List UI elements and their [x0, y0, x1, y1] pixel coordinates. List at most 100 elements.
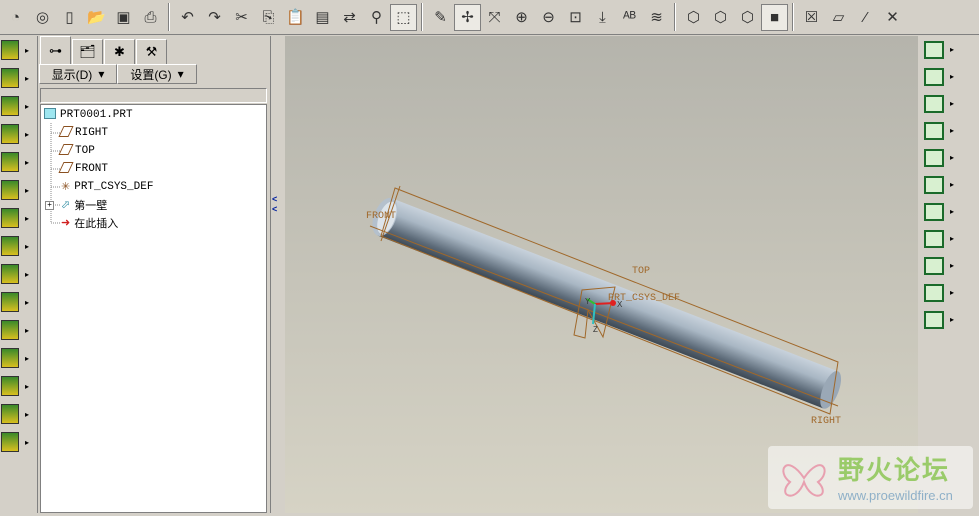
cut-icon[interactable]: ✂	[228, 4, 255, 31]
watermark: 野火论坛 www.proewildfire.cn	[768, 446, 973, 509]
panel-splitter[interactable]: < <	[270, 36, 285, 513]
right-plane-label: RIGHT	[811, 416, 841, 427]
pencil-icon[interactable]: ▸	[0, 176, 37, 204]
toolbar-separator	[792, 3, 794, 31]
refit-icon[interactable]: ⊡	[562, 4, 589, 31]
spin-center-icon[interactable]: ✢	[454, 3, 481, 31]
tree-item[interactable]: PRT0001.PRT	[44, 106, 133, 124]
toolbar-separator	[421, 3, 423, 31]
paste-special-icon[interactable]: ▤	[309, 4, 336, 31]
layers-icon[interactable]: ≋	[643, 4, 670, 31]
select-box-icon[interactable]: ⬚	[390, 3, 417, 31]
cast-icon[interactable]: ◎	[29, 4, 56, 31]
undo-icon[interactable]: ↶	[174, 4, 201, 31]
tree-item[interactable]: + ⬀ 第一壁	[45, 196, 107, 214]
bend-back-icon[interactable]: ▸	[918, 63, 979, 90]
print-icon[interactable]: ⎙	[137, 4, 164, 31]
tree-item-label: RIGHT	[75, 127, 109, 139]
zoom-out-icon[interactable]: ⊖	[535, 4, 562, 31]
tree-item-label: FRONT	[75, 163, 109, 175]
frame-icon[interactable]: ▸	[0, 232, 37, 260]
rip-icon[interactable]: ▸	[918, 198, 979, 225]
db-icon[interactable]: ▸	[0, 288, 37, 316]
copy-icon[interactable]: ⎘	[255, 4, 282, 31]
regenerate-icon[interactable]: ⇄	[336, 4, 363, 31]
model-tree[interactable]: PRT0001.PRT RIGHT TOP FRONT ✳ PRT_CSYS_DEF + ⬀ 第…	[40, 104, 267, 513]
new-icon[interactable]: ▯	[56, 4, 83, 31]
corner-relief-icon[interactable]: ▸	[918, 225, 979, 252]
z-axis-label: Z	[593, 325, 598, 334]
chevron-down-icon: ▾	[98, 67, 105, 81]
form-icon[interactable]: ▸	[0, 428, 37, 456]
reorient-icon[interactable]: ⤓	[589, 4, 616, 31]
tree-item[interactable]: ➜ 在此插入	[61, 214, 118, 232]
csys-display-icon[interactable]: ✕	[879, 4, 906, 31]
navigator-tabs: ⊶ 🗂 ✱ ⚒	[38, 36, 270, 64]
new-feature-icon[interactable]: ▸	[0, 36, 37, 64]
show-button[interactable]: 显示(D) ▾	[39, 64, 117, 84]
wireframe-icon[interactable]: ⬡	[680, 4, 707, 31]
show-label: 显示(D)	[51, 67, 93, 82]
main-toolbar: ◔ ◎ ▯ 📂 ▣ ⎙ ↶ ↷ ✂ ⎘ 📋 ▤ ⇄ ⚲ ⬚ ✎ ✢ ⤧ ⊕ ⊖ ⊡ ⤓ ᴬᴮ ≋ ⬡ ⬡ ⬡ ■ ☒ ▱ ⁄ ✕	[0, 0, 979, 35]
top-plane-label: TOP	[632, 266, 650, 277]
tree-item-label: 在此插入	[74, 219, 119, 231]
green-feature2-icon[interactable]: ▸	[0, 316, 37, 344]
sheetmetal-wall-icon: ⬀	[61, 200, 71, 212]
unbend-icon[interactable]: ▸	[918, 36, 979, 63]
chevron-down-icon: ▾	[177, 67, 184, 81]
tool-icon[interactable]: ▸	[0, 120, 37, 148]
settings-label: 设置(G)	[130, 67, 172, 82]
tree-item-label: PRT0001.PRT	[60, 109, 133, 121]
paste-icon[interactable]: 📋	[282, 4, 309, 31]
form-icon2[interactable]: ▸	[918, 279, 979, 306]
close-window-icon[interactable]: ☒	[798, 4, 825, 31]
drill-icon[interactable]: ▸	[0, 148, 37, 176]
datum-plane-icon	[58, 125, 74, 141]
orient-icon[interactable]: ⤧	[481, 4, 508, 31]
datum-plane-icon	[58, 143, 74, 159]
model-tree-tab[interactable]: ⊶	[40, 36, 71, 64]
flange-wall-icon[interactable]: ▸	[918, 90, 979, 117]
graphics-viewport[interactable]: FRONT TOP RIGHT PRT_CSYS_DEF Y X Z	[285, 36, 918, 513]
tree-item[interactable]: ✳ PRT_CSYS_DEF	[61, 178, 153, 196]
tree-item[interactable]: TOP	[58, 142, 95, 160]
no-hidden-icon[interactable]: ⬡	[734, 4, 761, 31]
repaint-icon[interactable]: ✎	[427, 4, 454, 31]
find-icon[interactable]: ⚲	[363, 4, 390, 31]
sheetmetal-feature-toolbar: ▸ ▸ ▸ ▸ ▸ ▸ ▸ ▸ ▸ ▸ ▸ ▸ ▸ ▸ ▸	[0, 36, 38, 513]
favorites-tab[interactable]: ✱	[104, 39, 135, 64]
extend-icon[interactable]: ▸	[918, 171, 979, 198]
expand-icon[interactable]: +	[45, 200, 54, 210]
yellow-pencil-icon[interactable]: ▸	[0, 204, 37, 232]
punch-icon[interactable]: ▸	[918, 252, 979, 279]
grid-icon[interactable]: ▸	[0, 260, 37, 288]
insert-here-arrow-icon: ➜	[61, 218, 71, 230]
tree-column-header	[40, 88, 267, 103]
settings-button[interactable]: 设置(G) ▾	[117, 64, 197, 84]
bolt-icon[interactable]: ▸	[0, 92, 37, 120]
green-feature-icon[interactable]: ▸	[0, 64, 37, 92]
view-manager-icon[interactable]: ᴬᴮ	[616, 4, 643, 31]
toolbar-separator	[674, 3, 676, 31]
tree-item[interactable]: RIGHT	[58, 124, 109, 142]
flat-wall-icon[interactable]: ▸	[918, 117, 979, 144]
hidden-line-icon[interactable]: ⬡	[707, 4, 734, 31]
tools-tab[interactable]: ⚒	[136, 39, 167, 64]
layers-tab[interactable]: 🗂	[72, 39, 103, 64]
shaded-icon[interactable]: ■	[761, 3, 788, 31]
tree-item[interactable]: FRONT	[58, 160, 109, 178]
tree-item-label: TOP	[75, 145, 95, 157]
bend-icon[interactable]: ▸	[0, 372, 37, 400]
twist-icon[interactable]: ▸	[918, 144, 979, 171]
flat-pattern-icon[interactable]: ▸	[918, 306, 979, 333]
session-icon[interactable]: ◔	[2, 4, 29, 31]
save-icon[interactable]: ▣	[110, 4, 137, 31]
datum-axis-display-icon[interactable]: ⁄	[852, 4, 879, 31]
datum-plane-display-icon[interactable]: ▱	[825, 4, 852, 31]
toolbar-separator	[168, 3, 170, 31]
edit-icon[interactable]: ▸	[0, 400, 37, 428]
redo-icon[interactable]: ↷	[201, 4, 228, 31]
open-icon[interactable]: 📂	[83, 4, 110, 31]
zoom-in-icon[interactable]: ⊕	[508, 4, 535, 31]
flange-icon[interactable]: ▸	[0, 344, 37, 372]
